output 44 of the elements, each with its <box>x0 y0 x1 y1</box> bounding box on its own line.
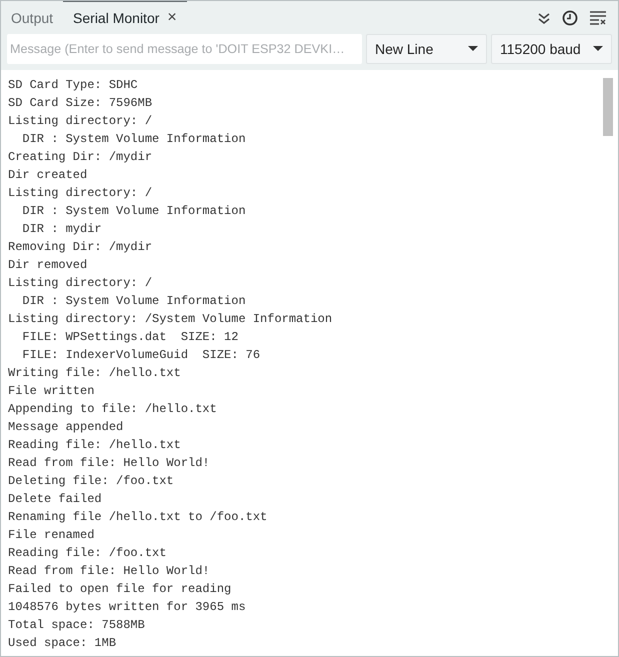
output-line: Reading file: /hello.txt <box>8 437 181 454</box>
tab[interactable]: Output <box>1 1 64 34</box>
output-line: Renaming file /hello.txt to /foo.txt <box>8 509 268 526</box>
output-line: Listing directory: /System Volume Information <box>8 311 332 328</box>
close-icon[interactable]: × <box>167 6 177 30</box>
caret-icon <box>593 46 603 52</box>
output-line: Reading file: /foo.txt <box>8 545 166 562</box>
output-line: Listing directory: / <box>8 275 152 292</box>
output-line: File written <box>8 383 94 400</box>
output-line: Delete failed <box>8 491 102 508</box>
baud-rate-dropdown[interactable]: 115200 baud <box>491 34 612 64</box>
output-line: FILE: IndexerVolumeGuid SIZE: 76 <box>21 347 260 364</box>
output-line: Read from file: Hello World! <box>8 455 210 472</box>
output-line: Dir created <box>8 167 88 184</box>
tab-label: Serial Monitor <box>73 8 160 28</box>
output-line: Writing file: /hello.txt <box>8 365 181 382</box>
output-line: DIR : System Volume Information <box>21 293 246 310</box>
output-line: Appending to file: /hello.txt <box>8 401 217 418</box>
output-line: SD Card Type: SDHC <box>8 77 138 94</box>
output-line: File renamed <box>8 527 94 544</box>
line-ending-dropdown[interactable]: New Line <box>366 34 487 64</box>
output-line: Message appended <box>8 419 124 436</box>
output-line: Listing directory: / <box>8 113 152 130</box>
message-field[interactable]: Message (Enter to send message to 'DOIT ESP32 DEVKI… <box>7 34 362 64</box>
clock-icon[interactable] <box>562 10 578 26</box>
output-line: DIR : System Volume Information <box>21 203 246 220</box>
caret-icon <box>468 46 478 52</box>
output-line: Creating Dir: /mydir <box>8 149 152 166</box>
output-line: Deleting file: /foo.txt <box>8 473 174 490</box>
output-line: DIR : mydir <box>21 221 102 238</box>
output-line: 1048576 bytes written for 3965 ms <box>8 599 246 616</box>
clear-output-icon[interactable] <box>590 10 606 24</box>
output-line: Failed to open file for reading <box>8 581 232 598</box>
output-line: SD Card Size: 7596MB <box>8 95 152 112</box>
scrollbar-thumb[interactable] <box>603 78 613 136</box>
output-line: Removing Dir: /mydir <box>8 239 152 256</box>
output-line: Listing directory: / <box>8 185 152 202</box>
double-chevron-icon[interactable] <box>538 12 550 24</box>
output-line: Read from file: Hello World! <box>8 563 210 580</box>
output-line: FILE: WPSettings.dat SIZE: 12 <box>21 329 238 346</box>
output-line: Used space: 1MB <box>8 635 116 652</box>
output-line: DIR : System Volume Information <box>21 131 246 148</box>
output-line: Total space: 7588MB <box>8 617 145 634</box>
output-line: Dir removed <box>8 257 88 274</box>
